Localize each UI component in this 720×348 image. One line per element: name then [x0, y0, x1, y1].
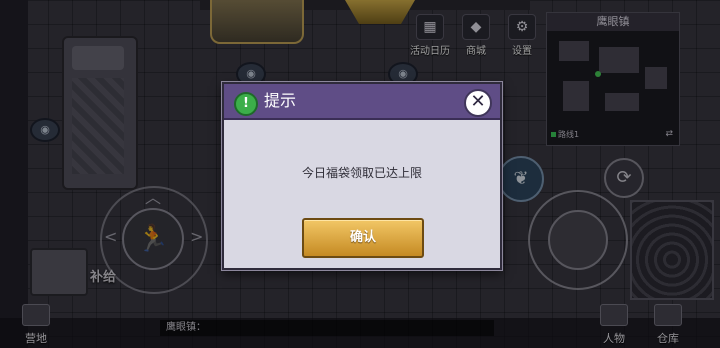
confirm-button[interactable]: 确认 — [302, 218, 424, 258]
dialog-title: 提示 — [264, 91, 297, 110]
close-icon[interactable]: ✕ — [464, 89, 492, 117]
dialog-message: 今日福袋领取已达上限 — [301, 166, 422, 180]
alert-icon: ! — [234, 92, 258, 116]
dialog-header: ! 提示 ✕ — [224, 84, 500, 120]
notice-dialog: ! 提示 ✕ 今日福袋领取已达上限 确认 — [222, 82, 502, 270]
